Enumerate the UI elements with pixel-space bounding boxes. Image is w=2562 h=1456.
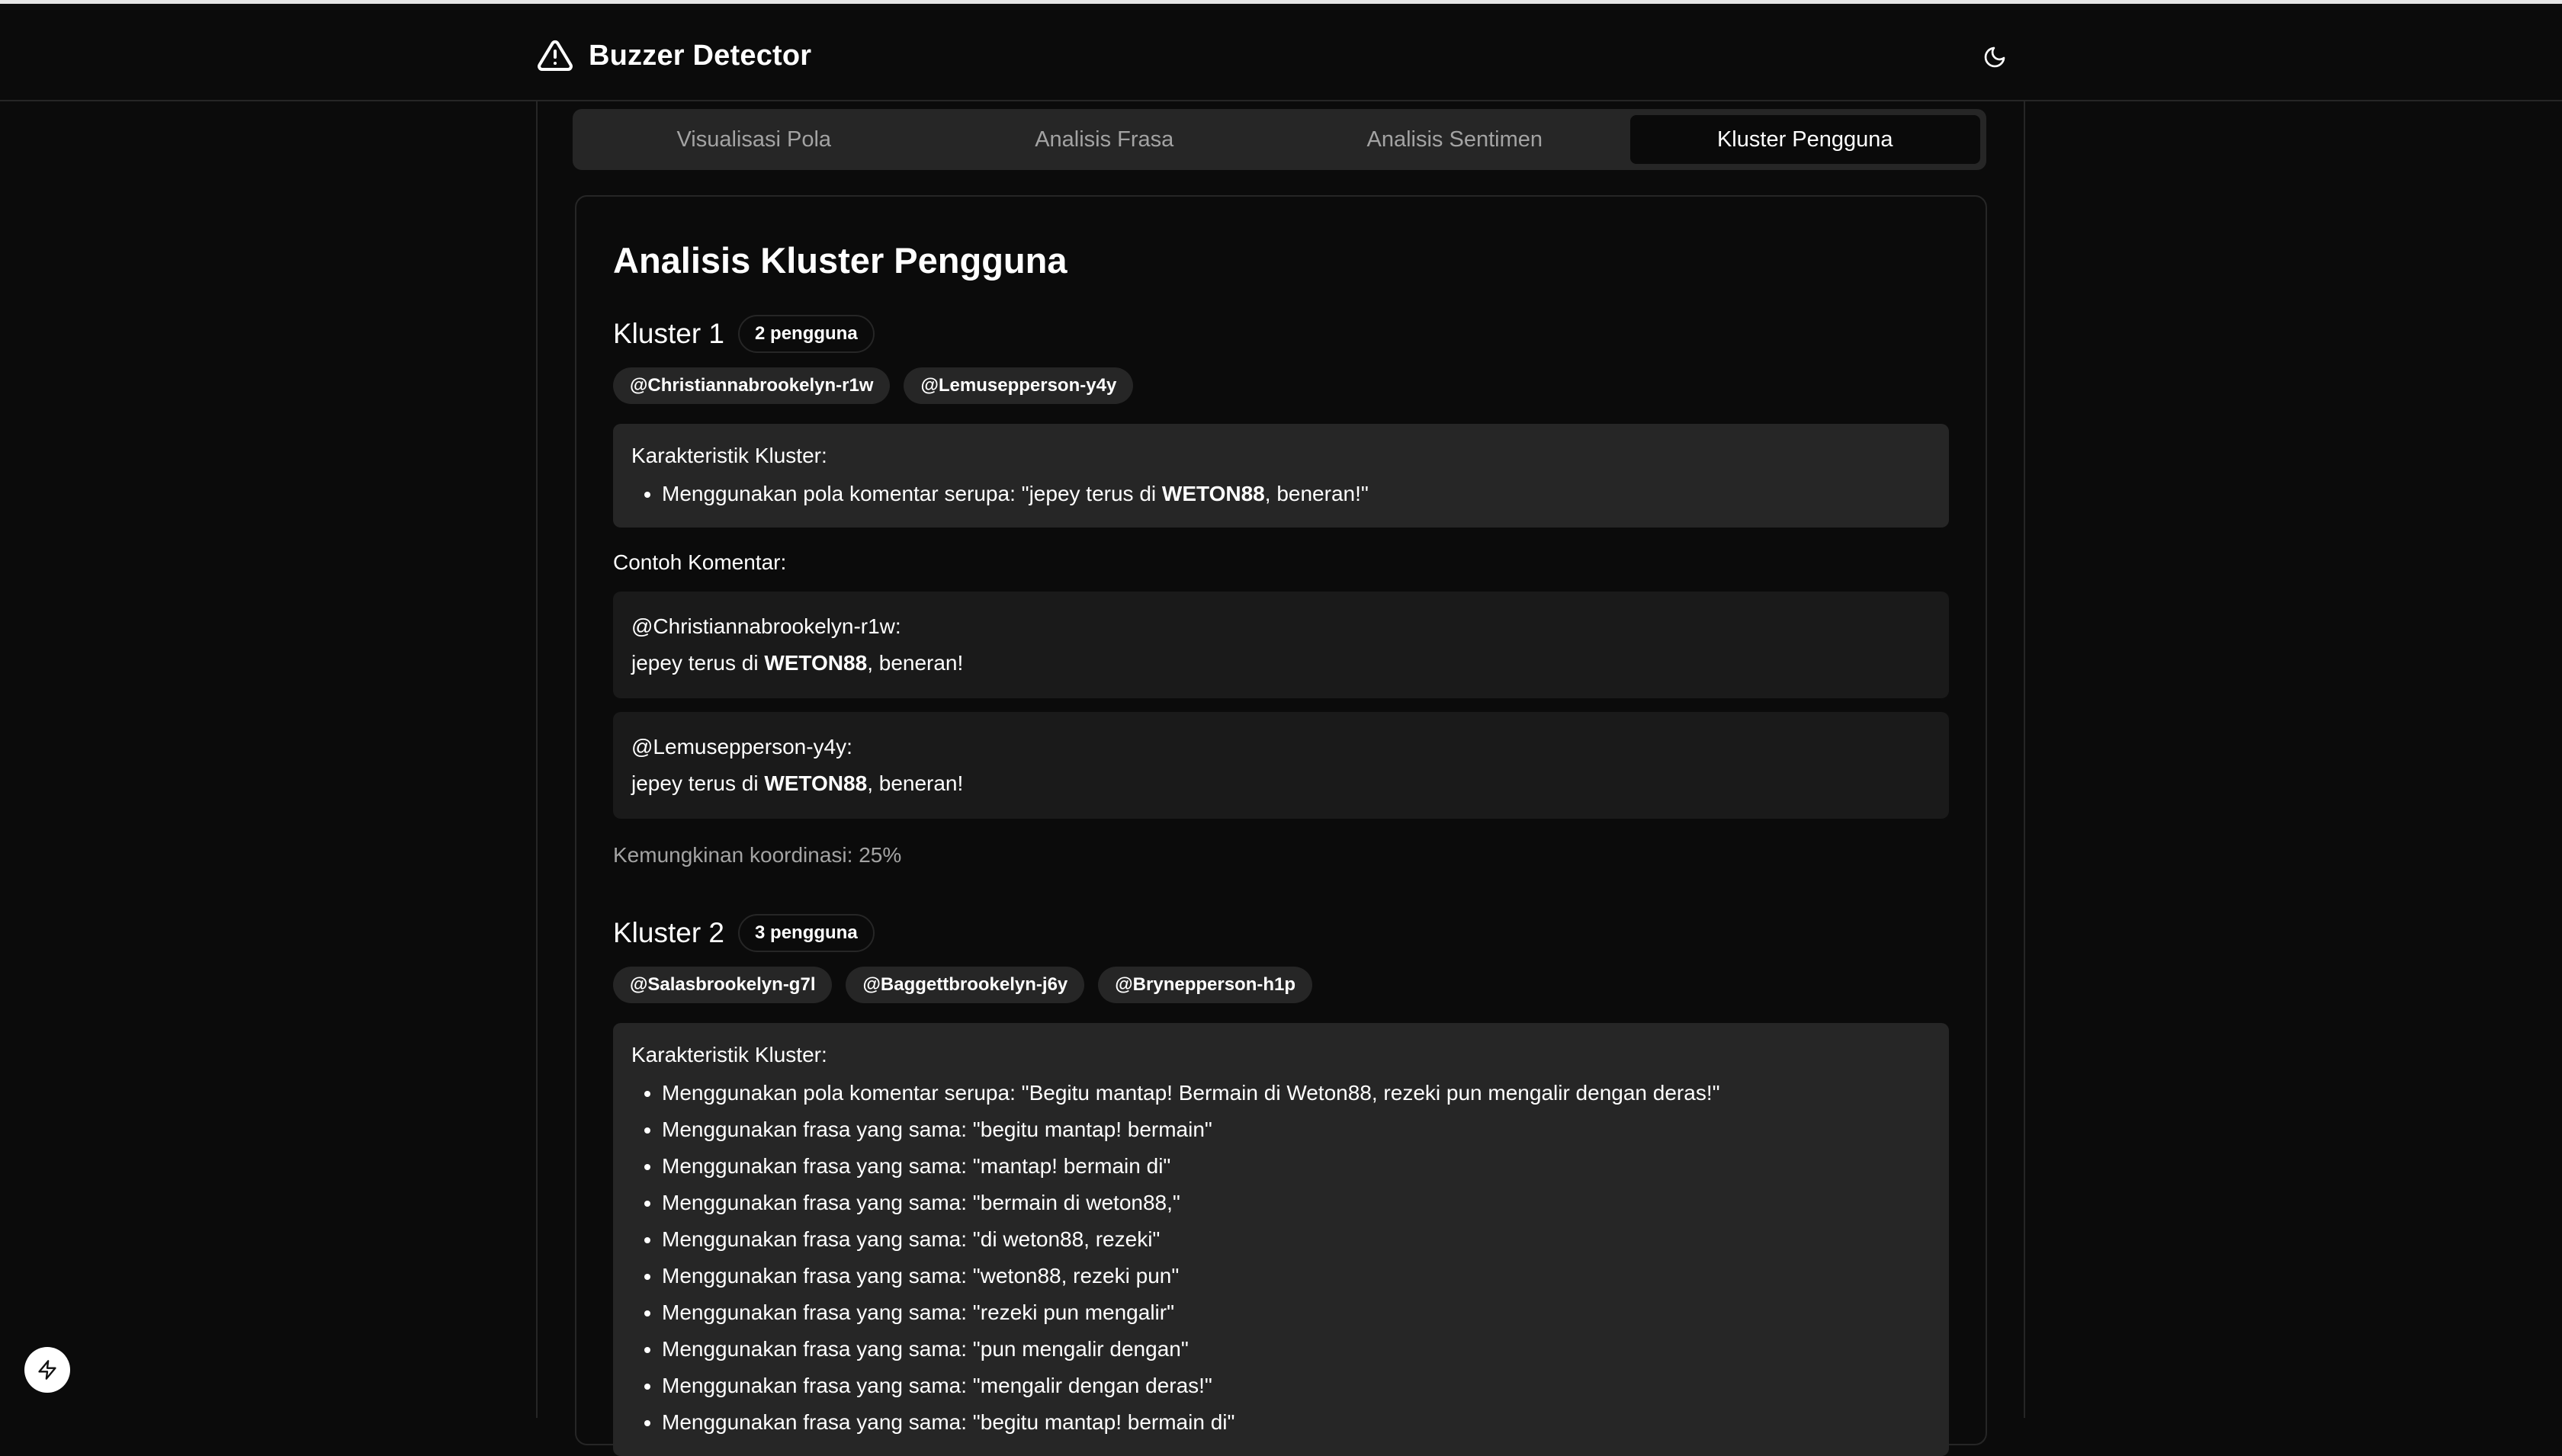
list-item: Menggunakan pola komentar serupa: "jepey… [662,476,1931,512]
comment-author: @Christiannabrookelyn-r1w: [631,614,901,638]
list-item: Menggunakan frasa yang sama: "mantap! be… [662,1148,1931,1185]
cluster-title: Kluster 1 [613,318,725,349]
characteristics-list: Menggunakan pola komentar serupa: "jepey… [631,476,1931,512]
user-chip[interactable]: @Lemusepperson-y4y [904,367,1134,404]
cluster-characteristics: Karakteristik Kluster: Menggunakan pola … [613,424,1949,528]
comment-text: jepey terus di WETON88, beneran! [631,771,964,795]
cluster-user-list: @Salasbrookelyn-g7l @Baggettbrookelyn-j6… [613,967,1949,1003]
characteristics-list: Menggunakan pola komentar serupa: "Begit… [631,1075,1931,1441]
app-title: Buzzer Detector [589,39,812,72]
list-item: Menggunakan frasa yang sama: "bermain di… [662,1185,1931,1221]
user-chip[interactable]: @Christiannabrookelyn-r1w [613,367,891,404]
list-item: Menggunakan frasa yang sama: "pun mengal… [662,1331,1931,1368]
cluster-section: Kluster 2 3 pengguna @Salasbrookelyn-g7l… [613,910,1949,1456]
comment-text: jepey terus di WETON88, beneran! [631,651,964,675]
theme-toggle-button[interactable] [1975,37,2015,77]
cluster-section: Kluster 1 2 pengguna @Christiannabrookel… [613,311,1949,871]
cluster-analysis-card: Analisis Kluster Pengguna Kluster 1 2 pe… [575,195,1987,1456]
tab-list: Visualisasi Pola Analisis Frasa Analisis… [573,109,1986,170]
comment-author: @Lemusepperson-y4y: [631,735,852,758]
examples-label: Contoh Komentar: [613,550,787,574]
comment-example: @Lemusepperson-y4y: jepey terus di WETON… [613,712,1949,819]
user-chip[interactable]: @Salasbrookelyn-g7l [613,967,833,1003]
tab-analisis-frasa[interactable]: Analisis Frasa [929,115,1280,164]
user-count-badge: 3 pengguna [738,914,875,952]
user-chip[interactable]: @Baggettbrookelyn-j6y [846,967,1085,1003]
lightning-icon [37,1359,58,1381]
list-item: Menggunakan frasa yang sama: "weton88, r… [662,1258,1931,1294]
cluster-header: Kluster 1 2 pengguna [613,311,1949,357]
characteristics-label: Karakteristik Kluster: [631,1043,827,1066]
tab-analisis-sentimen[interactable]: Analisis Sentimen [1279,115,1630,164]
tab-kluster-pengguna[interactable]: Kluster Pengguna [1629,115,1980,164]
characteristics-label: Karakteristik Kluster: [631,444,827,467]
coordination-probability: Kemungkinan koordinasi: 25% [613,843,902,867]
app-header: Buzzer Detector [0,4,2562,101]
cluster-title: Kluster 2 [613,917,725,948]
list-item: Menggunakan pola komentar serupa: "Begit… [662,1075,1931,1111]
moon-icon [1982,45,2007,69]
list-item: Menggunakan frasa yang sama: "rezeki pun… [662,1294,1931,1331]
list-item: Menggunakan frasa yang sama: "mengalir d… [662,1368,1931,1404]
list-item: Menggunakan frasa yang sama: "di weton88… [662,1221,1931,1258]
cluster-user-list: @Christiannabrookelyn-r1w @Lemusepperson… [613,367,1949,404]
cluster-header: Kluster 2 3 pengguna [613,910,1949,956]
user-count-badge: 2 pengguna [738,315,875,353]
tab-visualisasi-pola[interactable]: Visualisasi Pola [579,115,929,164]
warning-triangle-icon [537,37,573,74]
list-item: Menggunakan frasa yang sama: "begitu man… [662,1111,1931,1148]
page-title: Analisis Kluster Pengguna [613,240,1068,281]
dev-tools-button[interactable] [24,1347,70,1393]
cluster-characteristics: Karakteristik Kluster: Menggunakan pola … [613,1023,1949,1456]
comment-example: @Christiannabrookelyn-r1w: jepey terus d… [613,592,1949,698]
user-chip[interactable]: @Brynepperson-h1p [1098,967,1313,1003]
brand[interactable]: Buzzer Detector [537,33,811,79]
list-item: Menggunakan frasa yang sama: "begitu man… [662,1404,1931,1441]
